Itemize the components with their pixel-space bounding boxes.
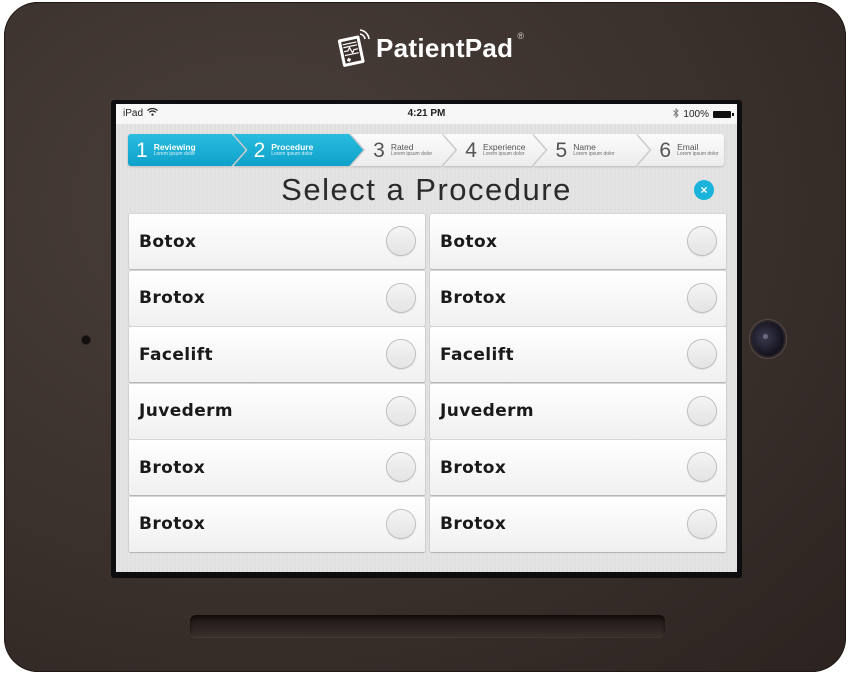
procedure-option[interactable]: Brotox <box>430 270 726 326</box>
procedure-list-right: Botox Brotox Facelift Juvederm Brotox Br… <box>430 214 726 554</box>
radio-button[interactable] <box>387 283 415 312</box>
screen: iPad 4:21 PM 100% 1 Reviewing Lorem ipsum… <box>116 104 737 572</box>
step-subtitle: Lorem ipsum dolor <box>677 150 719 157</box>
step-subtitle: Lorem ipsum dolor <box>153 150 196 157</box>
procedure-option[interactable]: Facelift <box>129 327 425 383</box>
step-subtitle: Lorem ipsum dolor <box>482 150 525 157</box>
brand-logo: PatientPad ® <box>336 28 526 68</box>
registered-mark: ® <box>517 31 525 41</box>
procedure-label: Brotox <box>139 288 206 309</box>
radio-button[interactable] <box>387 340 415 369</box>
close-icon: × <box>700 183 708 197</box>
radio-button[interactable] <box>387 509 415 538</box>
page-title: Select a Procedure <box>281 172 572 207</box>
procedure-option[interactable]: Juvederm <box>430 383 726 439</box>
radio-button[interactable] <box>387 396 415 425</box>
procedure-list-left: Botox Brotox Facelift Juvederm Brotox Br… <box>129 214 425 554</box>
battery-icon <box>713 111 734 118</box>
step-reviewing[interactable]: 1 Reviewing Lorem ipsum dolor <box>128 134 246 166</box>
radio-button[interactable] <box>387 453 415 482</box>
procedure-label: Juvederm <box>440 401 535 422</box>
step-name[interactable]: 5 Name Lorem ipsum dolor <box>534 134 650 166</box>
procedure-label: Botox <box>440 231 498 252</box>
step-number: 1 <box>136 138 148 162</box>
radio-button[interactable] <box>688 509 716 538</box>
procedure-label: Facelift <box>139 344 214 365</box>
procedure-label: Brotox <box>440 288 507 309</box>
procedure-option[interactable]: Brotox <box>430 496 726 552</box>
step-subtitle: Lorem ipsum dolor <box>390 150 433 157</box>
close-button[interactable]: × <box>694 180 714 200</box>
procedure-option[interactable]: Brotox <box>430 440 726 496</box>
card-slot <box>190 615 665 637</box>
procedure-option[interactable]: Botox <box>430 214 726 269</box>
procedure-option[interactable]: Brotox <box>129 440 425 496</box>
step-subtitle: Lorem ipsum dolor <box>271 150 313 157</box>
step-number: 2 <box>253 138 266 162</box>
radio-button[interactable] <box>688 227 716 255</box>
status-time: 4:21 PM <box>407 108 446 119</box>
radio-button[interactable] <box>688 340 716 369</box>
step-experience[interactable]: 4 Experience Lorem ipsum dolor <box>443 134 545 166</box>
radio-button[interactable] <box>688 396 716 425</box>
home-button[interactable] <box>752 322 784 356</box>
procedure-label: Brotox <box>440 457 507 478</box>
home-button-glint <box>763 334 768 339</box>
procedure-option[interactable]: Facelift <box>430 327 726 383</box>
procedure-label: Botox <box>139 231 197 252</box>
patientpad-logo-icon <box>336 28 370 68</box>
radio-button[interactable] <box>688 453 716 482</box>
front-camera <box>82 336 90 344</box>
status-bar: iPad 4:21 PM 100% <box>116 104 737 124</box>
procedure-option[interactable]: Botox <box>129 214 425 269</box>
step-email[interactable]: 6 Email Lorem ipsum dolor <box>637 134 724 166</box>
procedure-label: Brotox <box>139 514 206 535</box>
step-number: 4 <box>465 138 477 162</box>
step-procedure[interactable]: 2 Procedure Lorem ipsum dolor <box>234 134 364 166</box>
radio-button[interactable] <box>688 283 716 312</box>
bluetooth-icon <box>673 107 680 121</box>
step-rated[interactable]: 3 Rated Lorem ipsum dolor <box>351 134 455 166</box>
progress-stepper: 1 Reviewing Lorem ipsum dolor 2 Procedure… <box>128 134 724 166</box>
step-number: 5 <box>555 138 568 162</box>
procedure-label: Brotox <box>139 457 206 478</box>
radio-button[interactable] <box>387 227 415 255</box>
procedure-label: Juvederm <box>139 401 234 422</box>
procedure-label: Brotox <box>440 514 507 535</box>
procedure-option[interactable]: Brotox <box>129 270 425 326</box>
procedure-option[interactable]: Juvederm <box>129 383 425 439</box>
step-number: 3 <box>373 138 385 162</box>
step-number: 6 <box>659 138 672 162</box>
procedure-option[interactable]: Brotox <box>129 496 425 552</box>
brand-name: PatientPad <box>376 32 514 63</box>
step-subtitle: Lorem ipsum dolor <box>573 150 615 157</box>
procedure-label: Facelift <box>440 344 515 365</box>
battery-percent: 100% <box>683 109 709 120</box>
